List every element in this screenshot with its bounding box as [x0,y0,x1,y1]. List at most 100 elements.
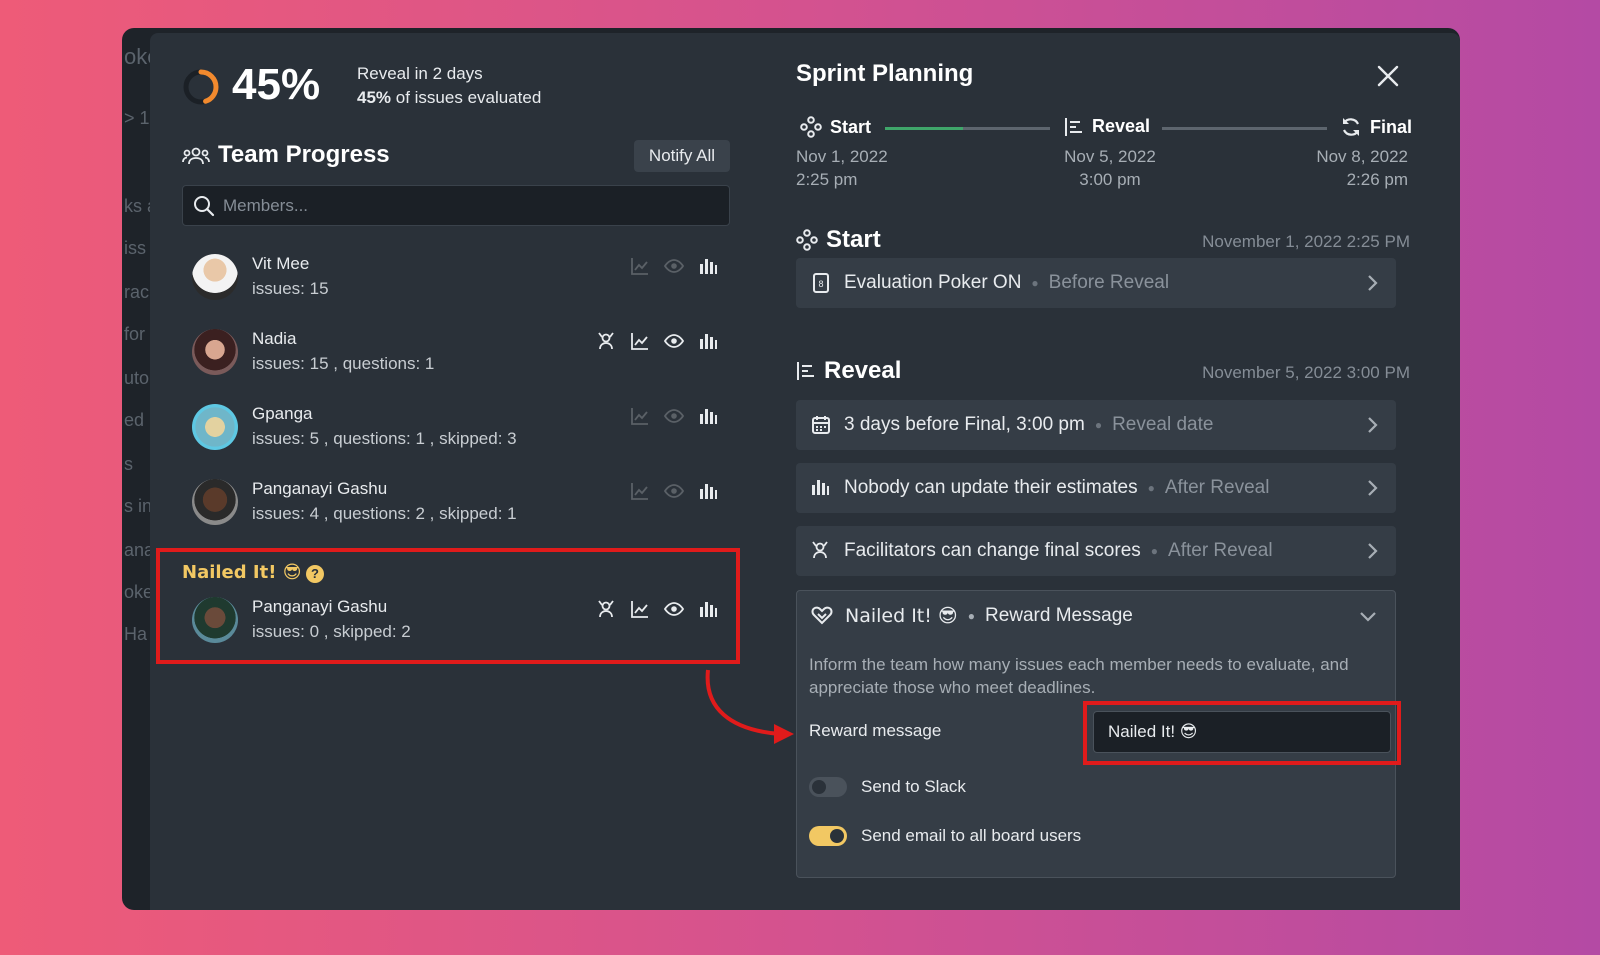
row-main-text: 3 days before Final, 3:00 pm [844,414,1085,435]
row-main-text: Evaluation Poker ON [844,272,1022,293]
slack-toggle[interactable] [809,777,847,797]
row-muted-text: After Reveal [1168,540,1273,561]
member-row[interactable]: Nadia issues: 15 , questions: 1 [182,323,730,385]
poker-card-icon: 8 [810,272,832,294]
member-name: Vit Mee [252,254,310,273]
nailed-it-title: Nailed It! 😎 [182,562,302,583]
close-icon[interactable] [1376,64,1400,88]
reward-message-label: Reward message [809,721,942,740]
avatar [192,329,238,375]
chevron-down-icon[interactable] [1359,611,1377,623]
start-time: 2:25 pm [796,170,858,189]
bar-chart-icon[interactable] [698,256,718,276]
chart-line-icon[interactable] [630,331,650,351]
row-muted-text: Before Reveal [1048,272,1170,293]
update-estimates-row[interactable]: Nobody can update their estimates ● Afte… [796,463,1396,513]
reveal-time: 3:00 pm [1079,170,1141,189]
timeline-reveal-label: Reveal [1092,116,1151,136]
avatar [192,597,238,643]
reveal-date: Nov 5, 2022 [1064,147,1156,166]
eye-icon[interactable] [663,406,685,426]
timeline-start: Start [800,116,871,138]
member-row[interactable]: Panganayi Gashu issues: 4 , questions: 2… [182,473,730,535]
member-stats: issues: 15 [252,279,329,298]
chart-line-icon[interactable] [630,481,650,501]
toggle-knob [830,829,844,843]
sprint-title: Sprint Planning [796,60,974,87]
bar-chart-icon [810,477,832,499]
bg-text: iss [124,238,146,258]
row-muted-text: After Reveal [1164,477,1270,498]
bg-text: Ha [124,624,148,644]
member-name: Nadia [252,329,297,348]
chevron-right-icon [1368,275,1378,291]
reveal-section-date: November 5, 2022 3:00 PM [1202,363,1410,382]
refresh-icon [1343,118,1359,136]
start-section-title: Start [796,226,881,254]
start-section-date: November 1, 2022 2:25 PM [1202,232,1410,251]
row-main-text: Nobody can update their estimates [844,477,1138,498]
eye-icon[interactable] [663,256,685,276]
timeline-final-label: Final [1370,116,1413,137]
bar-chart-icon[interactable] [698,331,718,351]
row-muted-text: Reveal date [1112,414,1214,435]
facilitators-row[interactable]: Facilitators can change final scores ● A… [796,526,1396,576]
search-icon [194,196,215,217]
evaluated-percent: 45% [357,88,392,107]
bar-chart-icon[interactable] [698,481,718,501]
bg-text: uto [124,368,150,388]
callout-arrow [705,669,794,744]
chart-line-icon[interactable] [630,406,650,426]
start-icon [796,229,818,251]
start-icon [800,116,822,138]
members-search[interactable] [182,185,730,226]
eye-icon[interactable] [663,599,685,619]
bar-chart-icon[interactable] [698,599,718,619]
evaluation-poker-row[interactable]: 8 Evaluation Poker ON ● Before Reveal [796,258,1396,308]
reward-message-input[interactable] [1093,711,1391,753]
row-main-text: Facilitators can change final scores [844,540,1141,561]
chart-line-icon[interactable] [630,599,650,619]
bg-text: for [124,324,146,344]
members-search-input[interactable] [223,186,723,225]
chevron-right-icon [1368,480,1378,496]
chevron-right-icon [1368,543,1378,559]
svg-text:8: 8 [818,279,823,289]
evaluated-text: of issues evaluated [391,88,542,107]
facilitator-icon[interactable] [596,331,616,351]
separator-dot: ● [1031,276,1039,290]
member-name: Panganayi Gashu [252,597,388,616]
eye-icon[interactable] [663,481,685,501]
avatar [192,404,238,450]
reward-panel-header[interactable]: Nailed It! 😎 ● Reward Message [811,605,1133,627]
bg-text: > 1 [124,108,150,128]
member-row[interactable]: Gpanga issues: 5 , questions: 1 , skippe… [182,398,730,460]
bar-chart-icon[interactable] [698,406,718,426]
reveal-date-row[interactable]: 3 days before Final, 3:00 pm ● Reveal da… [796,400,1396,450]
email-toggle[interactable] [809,826,847,846]
member-row[interactable]: Vit Mee issues: 15 [182,248,730,310]
reveal-icon [1065,117,1082,136]
separator-dot: ● [1150,544,1159,558]
timeline-start-date: Nov 1, 2022 2:25 pm [796,145,888,191]
eye-icon[interactable] [663,331,685,351]
member-row[interactable]: Panganayi Gashu issues: 0 , skipped: 2 [182,591,730,653]
email-toggle-label: Send email to all board users [861,826,1082,845]
help-icon[interactable]: ? [306,565,324,583]
member-stats: issues: 0 , skipped: 2 [252,622,411,641]
notify-all-button[interactable]: Notify All [634,140,730,172]
member-stats: issues: 5 , questions: 1 , skipped: 3 [252,429,517,448]
facilitator-icon[interactable] [596,599,616,619]
final-date: Nov 8, 2022 [1316,147,1408,166]
team-icon [182,147,210,165]
progress-ring [183,69,219,105]
reward-message-panel: Nailed It! 😎 ● Reward Message Inform the… [796,590,1401,878]
reveal-countdown: Reveal in 2 days [357,64,483,83]
timeline-bar-1 [885,127,1050,130]
reveal-section-label: Reveal [824,357,902,384]
reveal-icon [797,362,814,380]
chart-line-icon[interactable] [630,256,650,276]
member-name: Panganayi Gashu [252,479,388,498]
reveal-section-title: Reveal [796,357,901,385]
bg-text: oke [124,582,154,602]
